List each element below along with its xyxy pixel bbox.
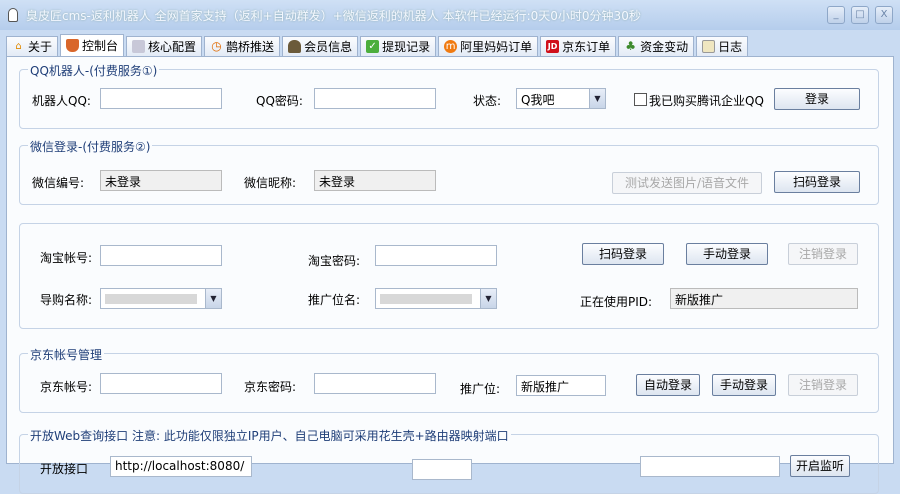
chevron-down-icon: ▼ — [480, 289, 496, 308]
guide-name-label: 导购名称: — [40, 293, 93, 307]
wechat-nick-field: 未登录 — [314, 170, 436, 191]
tab-label: 鹊桥推送 — [226, 40, 275, 54]
start-listen-button[interactable]: 开启监听 — [790, 455, 850, 477]
chevron-down-icon: ▼ — [589, 89, 605, 108]
qq-account-label: 机器人QQ: — [32, 94, 91, 108]
taobao-group: 淘宝帐号: 淘宝密码: 扫码登录 手动登录 注销登录 导购名称: ▼ 推广位名:… — [19, 223, 879, 329]
qq-robot-group: QQ机器人-(付费服务①) 机器人QQ: QQ密码: 状态: Q我吧 ▼ 我已购买… — [19, 62, 879, 129]
wechat-id-label: 微信编号: — [32, 176, 85, 190]
tab-core-config[interactable]: 核心配置 — [126, 36, 203, 56]
user-icon — [288, 40, 302, 53]
jd-logout-button[interactable]: 注销登录 — [788, 374, 858, 396]
qq-login-button[interactable]: 登录 — [774, 88, 860, 110]
tab-label: 关于 — [28, 40, 53, 54]
title-bar: 臭皮匠cms-返利机器人 全网首家支持（返利+自动群发）+微信返利的机器人 本软… — [0, 0, 900, 30]
web-url-input[interactable]: http://localhost:8080/ — [110, 456, 252, 477]
tab-member-info[interactable]: 会员信息 — [282, 36, 359, 56]
web-extra-input[interactable] — [640, 456, 780, 477]
alimama-icon: m — [444, 40, 458, 53]
taobao-password-label: 淘宝密码: — [308, 254, 361, 268]
close-button[interactable]: X — [875, 6, 893, 24]
minimize-button[interactable]: _ — [827, 6, 845, 24]
tab-bar: ⌂ 关于 控制台 核心配置 ◷ 鹊桥推送 会员信息 ✓ 提现记录 m 阿里妈妈订单 JD… — [6, 34, 750, 56]
blurred-value — [380, 294, 472, 304]
wechat-scan-login-button[interactable]: 扫码登录 — [774, 171, 860, 193]
wechat-nick-label: 微信昵称: — [244, 176, 297, 190]
tab-jd-orders[interactable]: JD 京东订单 — [540, 36, 617, 56]
app-icon — [8, 8, 18, 22]
jd-icon: JD — [546, 40, 560, 53]
jd-manual-login-button[interactable]: 手动登录 — [712, 374, 776, 396]
promo-position-select[interactable]: ▼ — [375, 288, 497, 309]
status-select[interactable]: Q我吧 ▼ — [516, 88, 606, 109]
qq-password-label: QQ密码: — [256, 94, 303, 108]
pid-label: 正在使用PID: — [580, 295, 653, 309]
tab-label: 阿里妈妈订单 — [460, 40, 533, 54]
taobao-logout-button[interactable]: 注销登录 — [788, 243, 858, 265]
group-legend: 开放Web查询接口 注意: 此功能仅限独立IP用户、自己电脑可采用花生壳+路由器… — [28, 427, 511, 444]
tab-label: 京东订单 — [562, 40, 611, 54]
blurred-value — [105, 294, 197, 304]
jd-account-label: 京东帐号: — [40, 380, 93, 394]
status-value: Q我吧 — [521, 93, 555, 107]
promo-position-label: 推广位名: — [308, 293, 361, 307]
tab-label: 资金变动 — [640, 40, 689, 54]
jd-password-input[interactable] — [314, 373, 436, 394]
guide-name-select[interactable]: ▼ — [100, 288, 222, 309]
clock-icon: ◷ — [211, 39, 222, 53]
taobao-account-label: 淘宝帐号: — [40, 251, 93, 265]
qq-account-input[interactable] — [100, 88, 222, 109]
jd-promo-label: 推广位: — [460, 382, 501, 396]
check-icon: ✓ — [366, 40, 380, 53]
jd-password-label: 京东密码: — [244, 380, 297, 394]
test-send-button[interactable]: 测试发送图片/语音文件 — [612, 172, 762, 194]
tab-label: 日志 — [718, 40, 743, 54]
enterprise-qq-label: 我已购买腾讯企业QQ — [649, 94, 764, 108]
chevron-down-icon: ▼ — [205, 289, 221, 308]
window-title: 臭皮匠cms-返利机器人 全网首家支持（返利+自动群发）+微信返利的机器人 本软… — [26, 9, 641, 23]
jd-promo-input[interactable]: 新版推广 — [516, 375, 606, 396]
config-icon — [132, 40, 146, 53]
tab-label: 提现记录 — [382, 40, 431, 54]
taobao-scan-login-button[interactable]: 扫码登录 — [582, 243, 664, 265]
tab-withdraw-records[interactable]: ✓ 提现记录 — [360, 36, 437, 56]
tab-console[interactable]: 控制台 — [60, 34, 125, 56]
web-api-group: 开放Web查询接口 注意: 此功能仅限独立IP用户、自己电脑可采用花生壳+路由器… — [19, 427, 879, 494]
shield-icon — [66, 39, 80, 52]
pid-field: 新版推广 — [670, 288, 858, 309]
group-legend: 京东帐号管理 — [28, 346, 105, 363]
tab-label: 控制台 — [82, 39, 119, 53]
taobao-manual-login-button[interactable]: 手动登录 — [686, 243, 768, 265]
tab-about[interactable]: ⌂ 关于 — [6, 36, 59, 56]
port-spinner[interactable] — [412, 459, 472, 480]
jd-group: 京东帐号管理 京东帐号: 京东密码: 推广位: 新版推广 自动登录 手动登录 注… — [19, 346, 879, 413]
tab-label: 核心配置 — [148, 40, 197, 54]
tab-queqiao-push[interactable]: ◷ 鹊桥推送 — [204, 36, 281, 56]
tab-label: 会员信息 — [304, 40, 353, 54]
taobao-password-input[interactable] — [375, 245, 497, 266]
money-icon: ♣ — [625, 39, 636, 53]
console-panel: QQ机器人-(付费服务①) 机器人QQ: QQ密码: 状态: Q我吧 ▼ 我已购买… — [6, 56, 894, 494]
jd-auto-login-button[interactable]: 自动登录 — [636, 374, 700, 396]
tab-alimama-orders[interactable]: m 阿里妈妈订单 — [438, 36, 539, 56]
maximize-button[interactable]: □ — [851, 6, 869, 24]
status-label: 状态: — [473, 94, 502, 108]
log-icon — [702, 40, 716, 53]
jd-account-input[interactable] — [100, 373, 222, 394]
enterprise-qq-checkbox[interactable] — [634, 93, 647, 106]
group-legend: 微信登录-(付费服务②) — [28, 138, 153, 155]
taobao-account-input[interactable] — [100, 245, 222, 266]
group-legend: QQ机器人-(付费服务①) — [28, 62, 160, 79]
qq-password-input[interactable] — [314, 88, 436, 109]
web-port-label: 开放接口 — [40, 462, 89, 476]
wechat-group: 微信登录-(付费服务②) 微信编号: 未登录 微信昵称: 未登录 测试发送图片/… — [19, 138, 879, 205]
wechat-id-field: 未登录 — [100, 170, 222, 191]
home-icon: ⌂ — [15, 41, 22, 52]
tab-fund-changes[interactable]: ♣ 资金变动 — [618, 36, 695, 56]
tab-log[interactable]: 日志 — [696, 36, 749, 56]
